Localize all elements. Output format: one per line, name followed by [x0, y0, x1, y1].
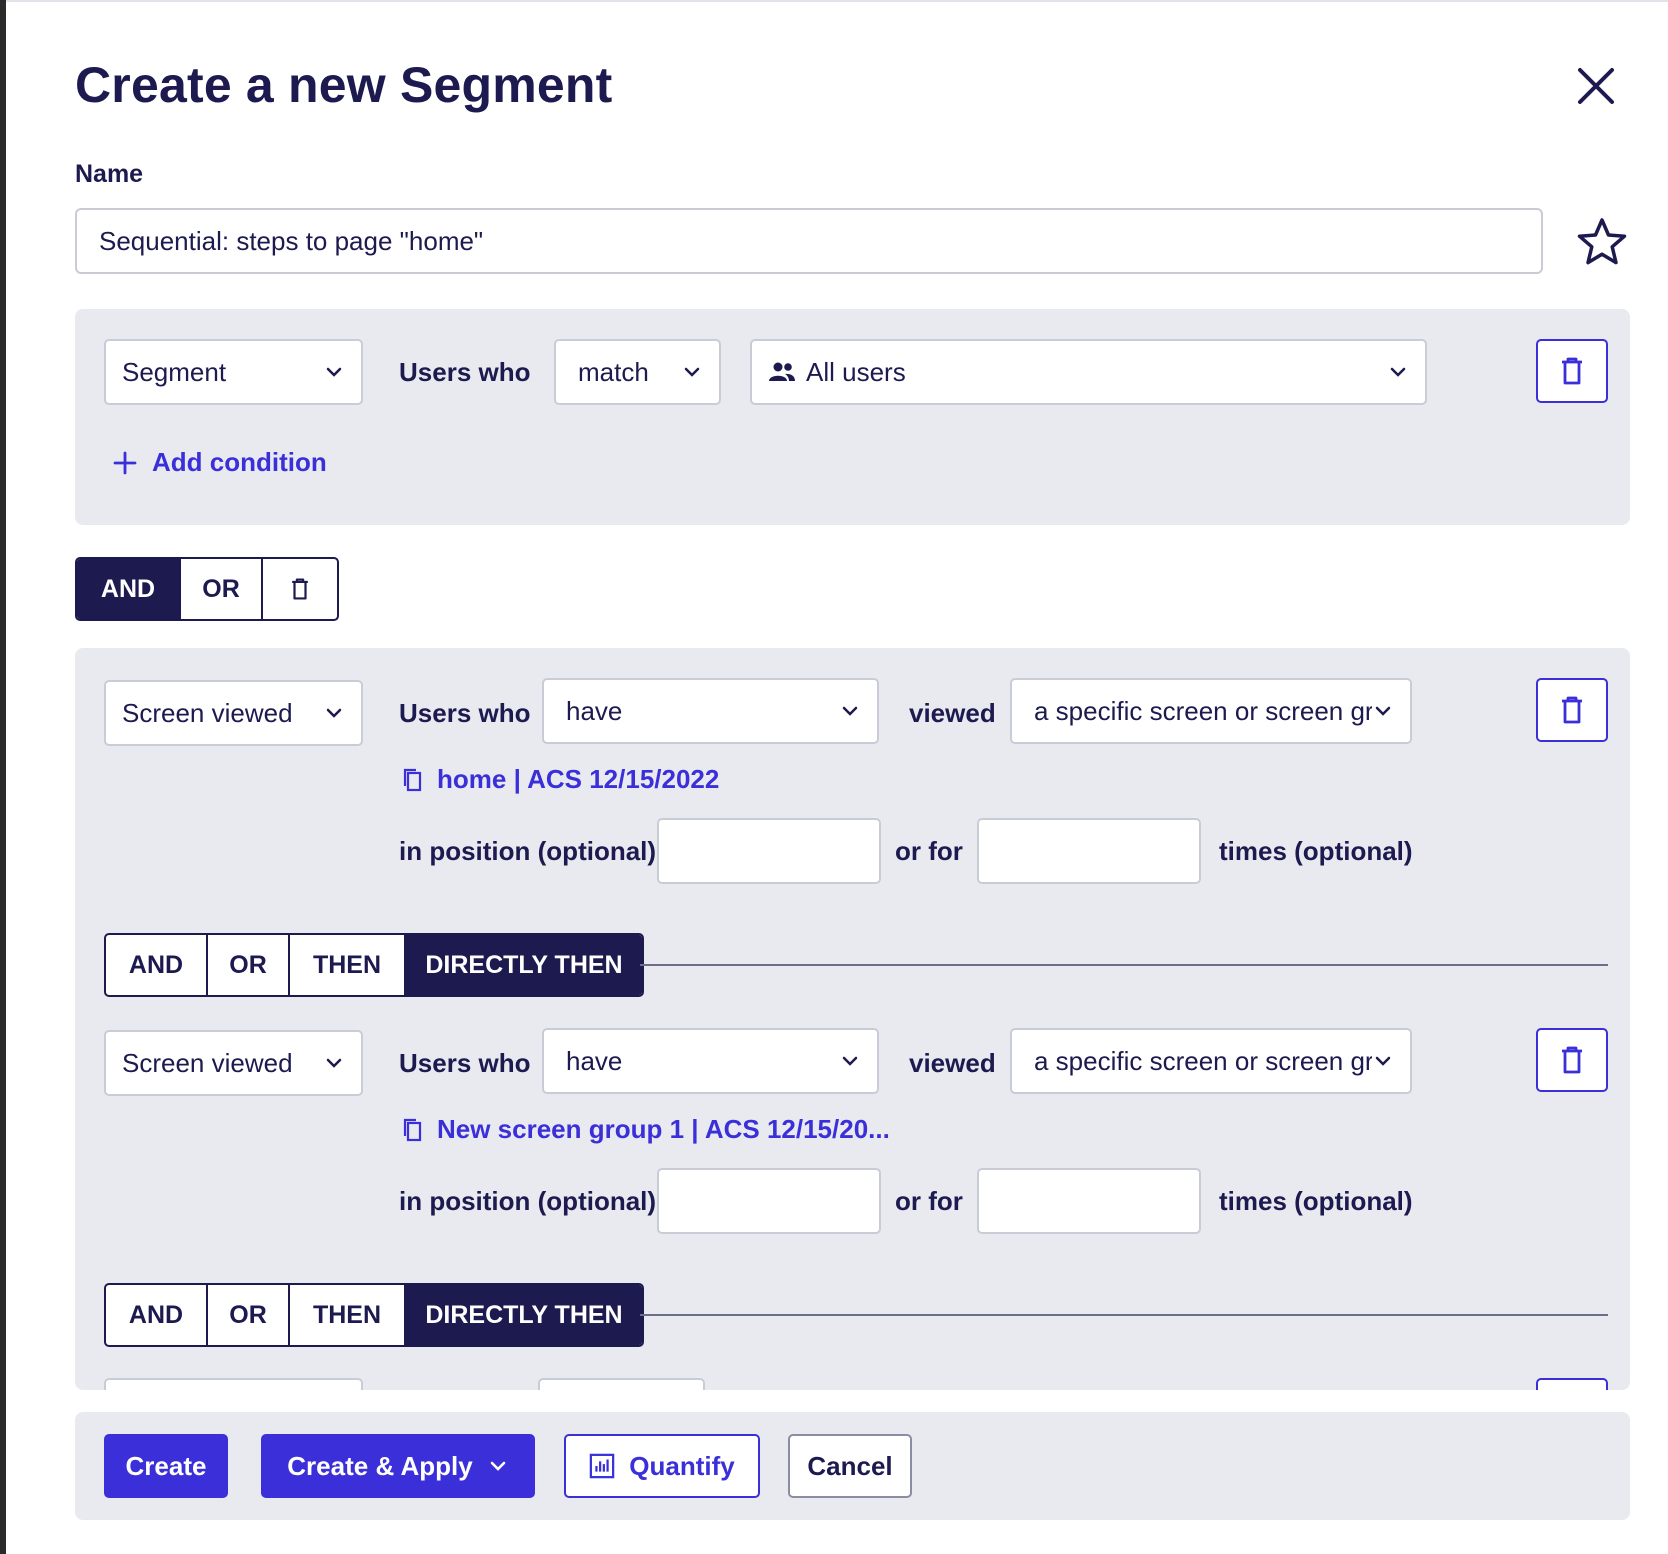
screen-target-select[interactable]: a specific screen or screen group: [1010, 1028, 1412, 1094]
sequence-or-button[interactable]: OR: [208, 935, 290, 995]
or-for-label: or for: [895, 836, 963, 866]
create-apply-button[interactable]: Create & Apply: [261, 1434, 535, 1498]
trash-icon: [292, 578, 308, 600]
add-condition-link[interactable]: Add condition: [112, 447, 327, 478]
chevron-down-icon: [684, 367, 700, 377]
screen-link[interactable]: New screen group 1 | ACS 12/15/20...: [403, 1114, 890, 1145]
viewed-label: viewed: [909, 698, 996, 728]
dialog-title: Create a new Segment: [75, 57, 613, 113]
chevron-down-icon: [326, 708, 342, 718]
chevron-down-icon: [1390, 367, 1406, 377]
plus-icon: [113, 451, 137, 474]
chevron-down-icon: [1375, 706, 1391, 716]
sequence-then-button[interactable]: THEN: [290, 1285, 406, 1345]
bar-chart-icon: [590, 1453, 615, 1479]
users-who-label: Users who: [399, 1048, 531, 1078]
sequence-operator-toggle: AND OR THEN DIRECTLY THEN: [104, 1283, 644, 1347]
audience-select[interactable]: All users: [750, 339, 1427, 405]
chevron-down-icon: [842, 1056, 858, 1066]
copy-icon: [403, 1118, 422, 1141]
viewed-label: viewed: [909, 1048, 996, 1078]
chevron-down-icon: [326, 367, 342, 377]
sequence-and-button[interactable]: AND: [106, 1285, 208, 1345]
quantify-button[interactable]: Quantify: [564, 1434, 760, 1498]
sequence-operator-toggle: AND OR THEN DIRECTLY THEN: [104, 933, 644, 997]
chevron-down-icon: [842, 706, 858, 716]
operator-or-button[interactable]: OR: [181, 559, 263, 619]
users-who-label: Users who: [399, 698, 531, 728]
times-label: times (optional): [1219, 1186, 1413, 1216]
delete-operator-button[interactable]: [263, 559, 337, 619]
times-label: times (optional): [1219, 836, 1413, 866]
sequence-then-button[interactable]: THEN: [290, 935, 406, 995]
divider: [640, 964, 1608, 966]
copy-icon: [403, 768, 422, 791]
users-icon: [769, 362, 795, 381]
have-select-partial[interactable]: [538, 1378, 705, 1390]
or-for-label: or for: [895, 1186, 963, 1216]
divider: [640, 1314, 1608, 1316]
position-input[interactable]: [657, 818, 881, 884]
chevron-down-icon: [490, 1461, 506, 1471]
close-icon[interactable]: [1574, 64, 1618, 108]
trash-icon: [1562, 357, 1582, 385]
have-select[interactable]: have: [542, 1028, 879, 1094]
condition-type-select-partial[interactable]: [104, 1378, 363, 1390]
chevron-down-icon: [1375, 1056, 1391, 1066]
position-label: in position (optional): [399, 836, 657, 866]
delete-condition-button-partial[interactable]: [1536, 1378, 1608, 1390]
position-input[interactable]: [657, 1168, 881, 1234]
have-select[interactable]: have: [542, 678, 879, 744]
create-button[interactable]: Create: [104, 1434, 228, 1498]
dialog-footer: Create Create & Apply Quantify Cancel: [75, 1412, 1630, 1520]
times-input[interactable]: [977, 818, 1201, 884]
star-icon[interactable]: [1576, 216, 1628, 268]
delete-condition-button[interactable]: [1536, 678, 1608, 742]
segment-operator-toggle: AND OR: [75, 557, 339, 621]
users-who-label: Users who: [399, 357, 531, 387]
times-input[interactable]: [977, 1168, 1201, 1234]
operator-and-button[interactable]: AND: [77, 559, 181, 619]
sequence-directly-then-button[interactable]: DIRECTLY THEN: [406, 935, 642, 995]
match-select[interactable]: match: [554, 339, 721, 405]
trash-icon: [1562, 696, 1582, 724]
screen-link[interactable]: home | ACS 12/15/2022: [403, 764, 719, 795]
sequence-and-button[interactable]: AND: [106, 935, 208, 995]
screen-target-select[interactable]: a specific screen or screen group: [1010, 678, 1412, 744]
base-segment-panel: Segment Users who match All users Add co…: [75, 309, 1630, 525]
position-label: in position (optional): [399, 1186, 657, 1216]
condition-type-select[interactable]: Screen viewed: [104, 680, 363, 746]
name-label: Name: [75, 160, 144, 188]
sequence-or-button[interactable]: OR: [208, 1285, 290, 1345]
delete-segment-button[interactable]: [1536, 339, 1608, 403]
chevron-down-icon: [326, 1058, 342, 1068]
condition-type-select[interactable]: Screen viewed: [104, 1030, 363, 1096]
delete-condition-button[interactable]: [1536, 1028, 1608, 1092]
segment-name-input[interactable]: [75, 208, 1543, 274]
conditions-panel: Screen viewed Users who have viewed a sp…: [75, 648, 1630, 1390]
cancel-button[interactable]: Cancel: [788, 1434, 912, 1498]
segment-type-select[interactable]: Segment: [104, 339, 363, 405]
trash-icon: [1562, 1046, 1582, 1074]
sequence-directly-then-button[interactable]: DIRECTLY THEN: [406, 1285, 642, 1345]
create-segment-dialog: Create a new Segment Name Segment Users …: [6, 0, 1668, 1554]
